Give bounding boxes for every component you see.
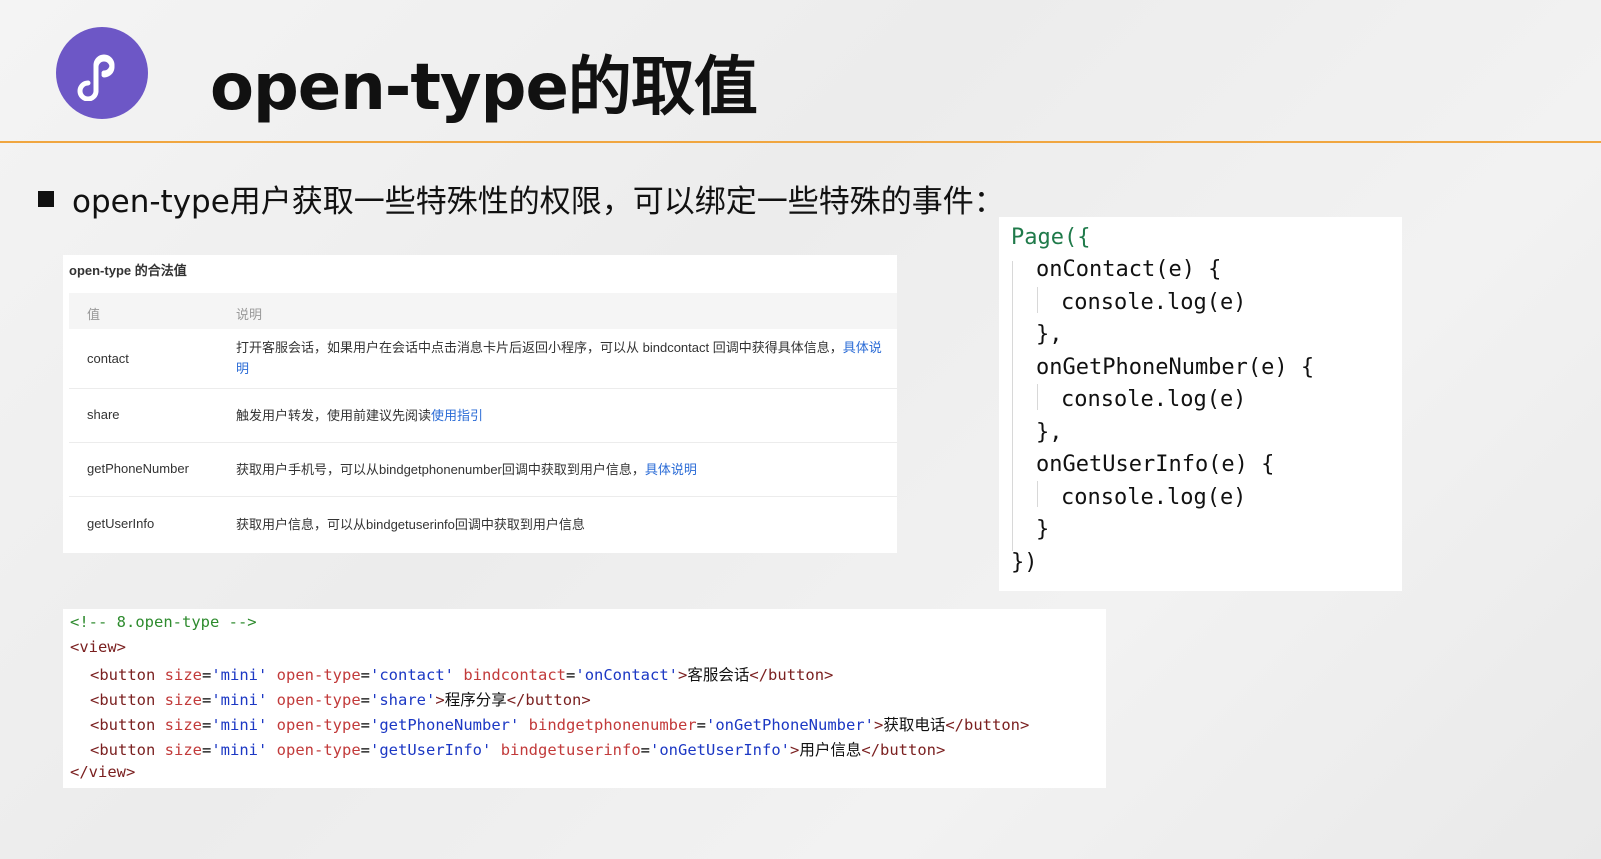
code-line: }) — [1011, 550, 1038, 575]
row-value: getPhoneNumber — [87, 461, 189, 476]
code-line: console.log(e) — [1061, 485, 1247, 510]
bullet-text: open-type用户获取一些特殊性的权限，可以绑定一些特殊的事件： — [72, 184, 1005, 220]
table-header: 值 说明 — [69, 293, 897, 329]
table-caption: open-type 的合法值 — [69, 263, 187, 278]
code-line: Page({ — [1011, 225, 1091, 250]
row-description: 获取用户手机号，可以从bindgetphonenumber回调中获取到用户信息，… — [236, 462, 697, 477]
bullet-point: open-type用户获取一些特殊性的权限，可以绑定一些特殊的事件： — [38, 176, 1005, 221]
open-type-values-table: open-type 的合法值 值 说明 contact 打开客服会话，如果用户在… — [63, 255, 897, 553]
code-line: </view> — [70, 763, 136, 781]
code-line: console.log(e) — [1061, 387, 1247, 412]
wxml-code-block: <!-- 8.open-type --> <view> <button size… — [63, 609, 1106, 788]
code-line: <button size='mini' open-type='getUserIn… — [90, 741, 946, 759]
slide-title: open-type的取值 — [210, 51, 758, 125]
indent-guide — [1037, 384, 1038, 410]
row-value: getUserInfo — [87, 516, 155, 531]
row-value: contact — [87, 351, 129, 366]
header-divider — [0, 141, 1601, 143]
code-line: onGetUserInfo(e) { — [1036, 452, 1275, 477]
row-description: 获取用户信息，可以从bindgetuserinfo回调中获取到用户信息 — [236, 517, 585, 532]
code-comment: <!-- 8.open-type --> — [70, 613, 257, 631]
detail-link[interactable]: 具体说明 — [645, 462, 697, 477]
table-row: getPhoneNumber 获取用户手机号，可以从bindgetphonenu… — [69, 443, 897, 497]
code-line: <button size='mini' open-type='getPhoneN… — [90, 716, 1030, 734]
code-line: } — [1036, 517, 1050, 542]
table-row: getUserInfo 获取用户信息，可以从bindgetuserinfo回调中… — [69, 497, 897, 551]
slide-header: open-type的取值 — [0, 0, 1601, 142]
code-line: onGetPhoneNumber(e) { — [1036, 355, 1315, 380]
guide-link[interactable]: 使用指引 — [431, 408, 483, 423]
code-line: <view> — [70, 638, 126, 656]
code-line: console.log(e) — [1061, 290, 1247, 315]
table-row: share 触发用户转发，使用前建议先阅读使用指引 — [69, 389, 897, 443]
indent-guide — [1012, 261, 1013, 551]
row-description: 触发用户转发，使用前建议先阅读使用指引 — [236, 408, 484, 423]
js-code-block: Page({ onContact(e) { console.log(e) }, … — [999, 217, 1402, 591]
indent-guide — [1037, 287, 1038, 313]
code-line: }, — [1036, 420, 1063, 445]
indent-guide — [1037, 481, 1038, 507]
code-line: <button size='mini' open-type='contact' … — [90, 666, 834, 684]
miniprogram-logo-icon — [56, 27, 148, 119]
table-row: contact 打开客服会话，如果用户在会话中点击消息卡片后返回小程序，可以从 … — [69, 329, 897, 389]
code-line: <button size='mini' open-type='share'>程序… — [90, 691, 591, 709]
header-description: 说明 — [236, 307, 263, 322]
row-description: 打开客服会话，如果用户在会话中点击消息卡片后返回小程序，可以从 bindcont… — [236, 340, 882, 376]
row-value: share — [87, 407, 120, 422]
code-line: onContact(e) { — [1036, 257, 1222, 282]
code-line: }, — [1036, 322, 1063, 347]
header-value: 值 — [87, 307, 101, 322]
square-bullet-icon — [38, 190, 54, 207]
